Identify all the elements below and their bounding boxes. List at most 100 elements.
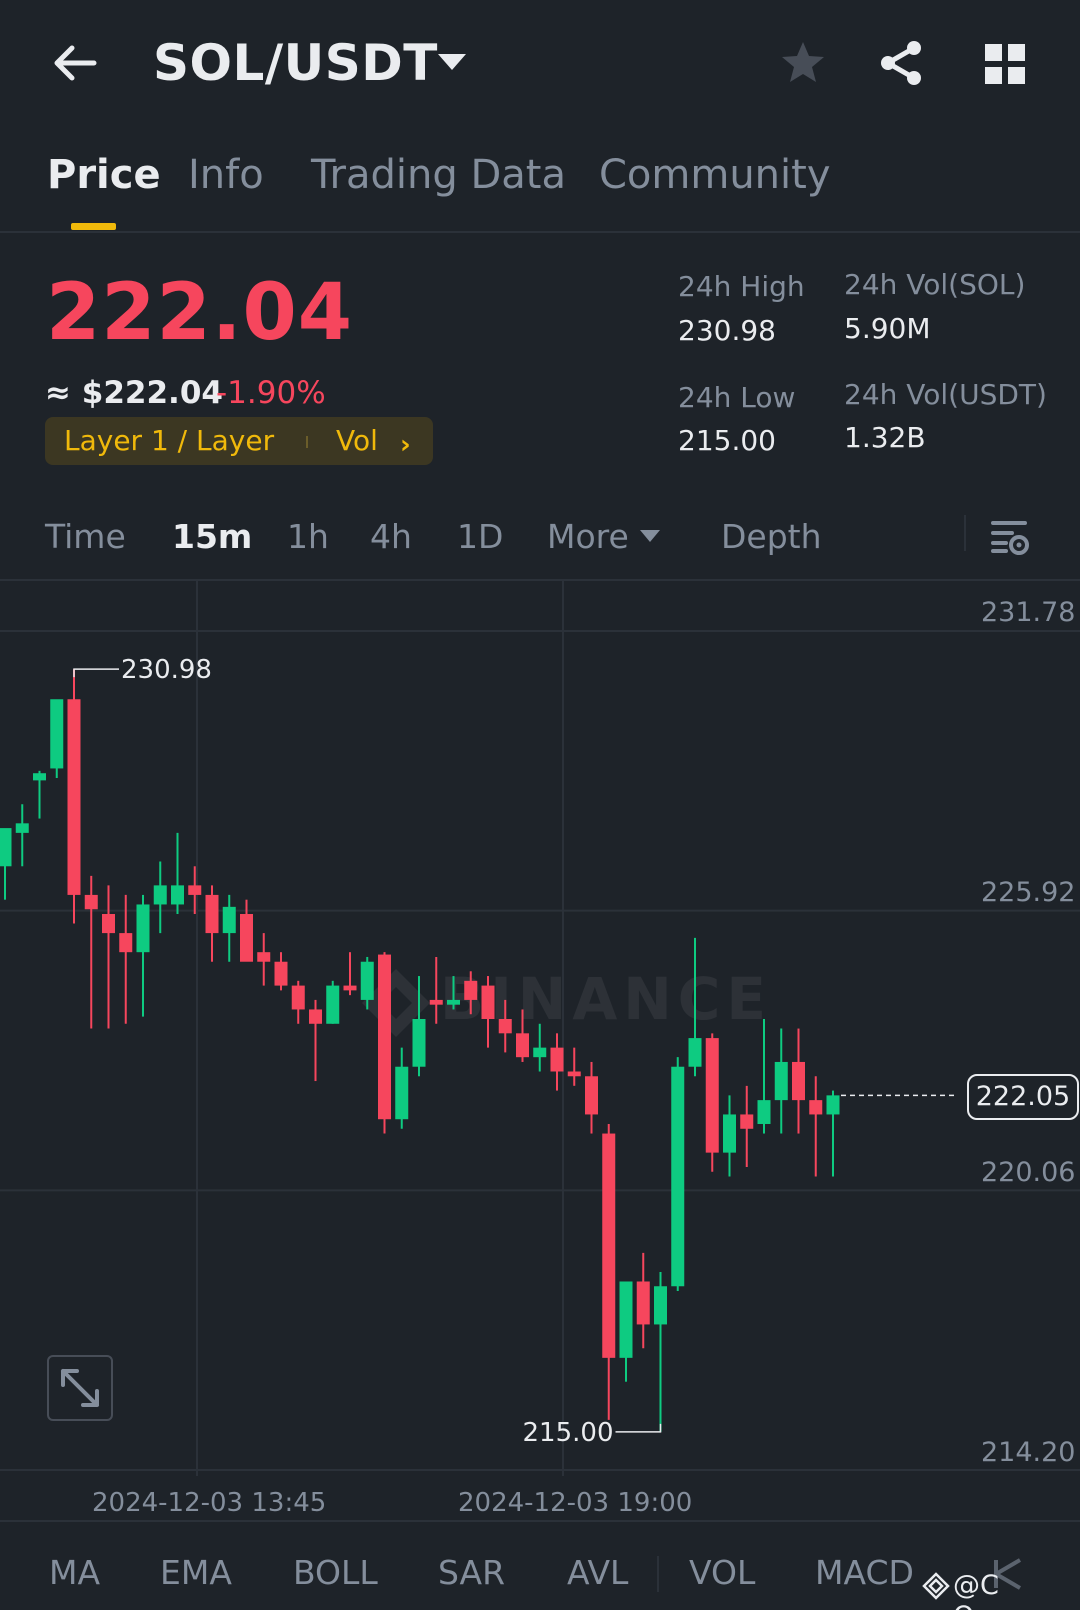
pair-title[interactable]: SOL/USDT [153,34,438,92]
indicator-macd[interactable]: MACD [815,1553,914,1592]
candle-body [740,1114,754,1129]
candle-body [516,1033,529,1058]
indicator-divider [0,1520,1080,1522]
candle-body [188,885,202,895]
high-label: 24h High [678,270,805,303]
candle-body [585,1076,598,1115]
candle-body [257,952,271,962]
vol-usdt-label: 24h Vol(USDT) [844,378,1047,411]
last-price-badge-value: 222.05 [975,1081,1071,1112]
candle-body [412,1019,426,1067]
candle-body [464,980,478,1000]
candle-body [429,999,443,1005]
star-icon[interactable] [778,38,828,88]
extreme-marker-line [73,668,119,678]
candle-body [33,773,46,781]
indicator-sar[interactable]: SAR [438,1553,505,1592]
candle-body [136,904,150,953]
interval-4h[interactable]: 4h [370,517,412,556]
tab-divider [0,231,1080,233]
y-tick-label: 225.92 [981,877,1076,908]
candle-body [119,933,133,953]
candle-body [533,1047,547,1058]
tab-info[interactable]: Info [188,152,264,198]
candle-body [50,699,64,769]
interval-1d[interactable]: 1D [457,517,503,556]
candle-body [671,1066,685,1287]
candle-body [343,985,357,991]
price-change-percent: -1.90% [216,375,326,411]
interval-more[interactable]: More [547,517,629,556]
candle-body [792,1061,805,1101]
binance-logo-icon [922,1572,950,1600]
back-arrow-icon[interactable] [50,38,100,88]
vol-usdt-value: 1.32B [844,421,926,454]
candle-body [809,1100,823,1115]
chart-bottom-border [0,1470,1080,1471]
candle-body [447,999,460,1005]
candle-body [636,1281,650,1325]
watermark-author: @C Queen [953,1570,1042,1610]
candle-body [826,1095,840,1115]
candle-body [309,1009,322,1024]
candle-body [550,1047,564,1072]
caret-down-icon[interactable] [438,54,466,70]
indicator-ema[interactable]: EMA [160,1553,232,1592]
last-price: 222.04 [46,268,353,358]
interval-15m[interactable]: 15m [172,517,252,556]
interval-1h[interactable]: 1h [287,517,329,556]
extreme-marker-line [615,1423,662,1433]
candle-body [274,961,288,986]
candle-body [602,1133,616,1358]
indicator-vol[interactable]: VOL [689,1553,755,1592]
candle-body [240,914,253,962]
y-tick-label: 214.20 [981,1437,1076,1468]
y-tick-label: 220.06 [981,1157,1076,1188]
candle-body [0,828,12,867]
candlestick-chart[interactable]: BINANCE 230.98215.00 [0,581,1080,1476]
chevron-right-icon: › [400,430,411,460]
indicator-avl[interactable]: AVL [567,1553,628,1592]
candle-body [654,1286,667,1325]
candle-body [378,954,391,1120]
indicator-boll[interactable]: BOLL [293,1553,378,1592]
tag-separator [306,436,308,448]
tab-community[interactable]: Community [599,152,831,198]
category-tag-label: Layer 1 / Layer [64,424,275,457]
x-tick-label: 2024-12-03 19:00 [458,1488,693,1518]
candle-body [619,1281,633,1358]
indicator-ma[interactable]: MA [49,1553,100,1592]
candle-body [774,1061,788,1101]
high-value: 230.98 [678,314,776,347]
candle-body [498,1019,512,1034]
x-tick-label: 2024-12-03 13:45 [92,1488,327,1518]
tab-trading-data[interactable]: Trading Data [311,152,566,198]
extreme-marker-label: 215.00 [523,1418,614,1448]
candle-body [222,906,236,934]
depth-tab[interactable]: Depth [721,517,822,556]
chart-settings-icon[interactable] [990,517,1030,557]
candle-body [326,985,340,1024]
candle-body [171,885,184,905]
tab-price[interactable]: Price [47,152,161,198]
low-value: 215.00 [678,424,776,457]
candle-body [567,1071,581,1077]
grid-icon[interactable] [983,42,1027,86]
candle-body [723,1114,736,1153]
share-icon[interactable] [876,38,926,88]
active-tab-indicator [71,223,116,230]
y-tick-label: 231.78 [981,597,1076,628]
candle-body [688,1038,702,1067]
low-label: 24h Low [678,381,796,414]
interval-time[interactable]: Time [45,517,126,556]
candle-body [360,961,374,1000]
candle-body [15,823,29,833]
vol-sol-label: 24h Vol(SOL) [844,268,1026,301]
caret-down-icon [640,530,660,542]
candle-body [291,985,305,1010]
candle-body [67,699,81,895]
fullscreen-button[interactable] [47,1355,113,1421]
candle-body [84,894,98,910]
category-tag-vol: Vol [336,424,378,457]
vol-sol-value: 5.90M [844,312,931,345]
